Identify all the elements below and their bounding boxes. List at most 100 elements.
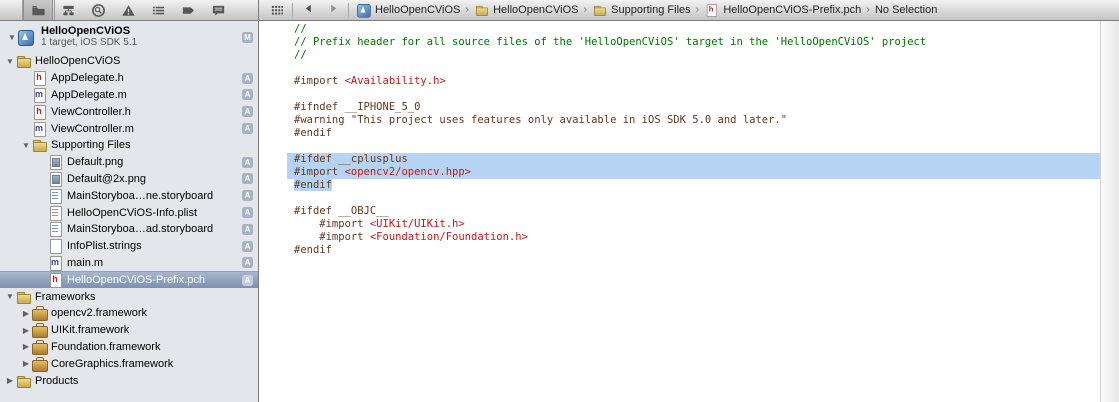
sidebar-item-viewcontroller-m[interactable]: ViewController.mA (0, 120, 258, 137)
item-label: main.m (67, 257, 242, 269)
project-navigator-button[interactable] (23, 0, 53, 20)
sidebar-item-default-2x-png[interactable]: Default@2x.pngA (0, 171, 258, 188)
disclosure-triangle[interactable]: ▼ (4, 292, 16, 301)
code-line[interactable]: #import <Availability.h> (287, 75, 1100, 88)
code-line[interactable] (287, 62, 1100, 75)
doc-story-icon (48, 222, 63, 236)
code-line[interactable]: #import <opencv2/opencv.hpp> (287, 166, 1100, 179)
doc-m-icon (48, 256, 63, 270)
related-files-button[interactable] (267, 0, 287, 20)
forward-button[interactable] (323, 0, 343, 20)
code-line[interactable]: #endif (287, 179, 1100, 192)
code-line[interactable]: #ifdef __OBJC__ (287, 205, 1100, 218)
code-line[interactable]: #ifndef __IPHONE_5_0 (287, 101, 1100, 114)
vcs-status-badge: M (242, 32, 253, 43)
item-label: HelloOpenCViOS-Prefix.pch (67, 274, 242, 286)
disclosure-triangle[interactable]: ▼ (6, 33, 18, 42)
chevron-right-icon: › (865, 4, 871, 16)
folder-icon (16, 290, 31, 304)
folder-icon (32, 138, 47, 152)
doc-h-icon (705, 4, 718, 16)
disclosure-triangle[interactable]: ▼ (20, 141, 32, 150)
disclosure-triangle[interactable]: ▶ (20, 309, 32, 318)
symbol-navigator-button[interactable] (53, 0, 83, 20)
breadcrumb-item[interactable]: HelloOpenCViOS (356, 3, 460, 17)
breadcrumb-item[interactable]: HelloOpenCViOS (474, 3, 578, 17)
sidebar-item-infoplist-strings[interactable]: InfoPlist.stringsA (0, 238, 258, 255)
disclosure-triangle[interactable]: ▶ (20, 359, 32, 368)
search-navigator-button[interactable] (83, 0, 113, 20)
sidebar-item-viewcontroller-h[interactable]: ViewController.hA (0, 103, 258, 120)
code-segment: #endif (294, 179, 332, 191)
sidebar-item-frameworks[interactable]: ▼Frameworks (0, 288, 258, 305)
doc-h-icon (32, 71, 47, 85)
code-line[interactable]: // Prefix header for all source files of… (287, 36, 1100, 49)
sidebar-item-supporting-files[interactable]: ▼Supporting Files (0, 137, 258, 154)
folder-icon (593, 4, 606, 16)
code-line[interactable]: // (287, 49, 1100, 62)
code-segment: // (294, 23, 307, 35)
sidebar-item-main-m[interactable]: main.mA (0, 255, 258, 272)
code-line[interactable]: // (287, 23, 1100, 36)
sidebar-item-default-png[interactable]: Default.pngA (0, 154, 258, 171)
sidebar-item-project-root[interactable]: ▼ HelloOpenCViOS 1 target, iOS SDK 5.1 M (0, 21, 258, 53)
doc-h-icon (32, 105, 47, 119)
code-line[interactable] (287, 140, 1100, 153)
back-arrow-icon (304, 4, 313, 16)
sidebar-item-uikit-framework[interactable]: ▶UIKit.framework (0, 322, 258, 339)
code-line[interactable]: #endif (287, 244, 1100, 257)
vcs-status-badge: A (242, 73, 253, 84)
code-line[interactable]: #endif (287, 127, 1100, 140)
sidebar-item-foundation-framework[interactable]: ▶ Foundation.framework (0, 339, 258, 356)
sidebar-item-helloopencvios-info-plist[interactable]: HelloOpenCViOS-Info.plistA (0, 204, 258, 221)
sidebar-item-mainstoryboa-ad-storyboard[interactable]: MainStoryboa…ad.storyboardA (0, 221, 258, 238)
back-button[interactable] (298, 0, 318, 20)
breakpoint-navigator-button[interactable] (173, 0, 203, 20)
code-line[interactable] (287, 192, 1100, 205)
breadcrumb-item[interactable]: No Selection (875, 4, 937, 16)
item-label: InfoPlist.strings (67, 240, 242, 252)
top-toolbar: HelloOpenCViOS›HelloOpenCViOS›Supporting… (0, 0, 1119, 21)
doc-png-icon (48, 155, 63, 169)
sidebar-item-helloopencvios[interactable]: ▼HelloOpenCViOS (0, 53, 258, 70)
sidebar-item-coregraphics-framework[interactable]: ▶CoreGraphics.framework (0, 355, 258, 372)
breadcrumb-item[interactable]: Supporting Files (592, 3, 691, 17)
project-icon (357, 4, 370, 16)
sidebar-item-products[interactable]: ▶Products (0, 372, 258, 389)
breadcrumb-item[interactable]: HelloOpenCViOS-Prefix.pch (704, 3, 861, 17)
disclosure-triangle[interactable]: ▼ (4, 57, 16, 66)
source-editor[interactable]: //// Prefix header for all source files … (259, 21, 1100, 402)
code-segment: // (294, 49, 307, 61)
disclosure-triangle[interactable]: ▶ (20, 326, 32, 335)
item-label: Foundation.framework (51, 341, 253, 353)
disclosure-triangle[interactable]: ▶ (4, 376, 16, 385)
doc-m-icon (32, 88, 47, 102)
code-line[interactable]: #ifdef __cplusplus (287, 153, 1100, 166)
sidebar-item-helloopencvios-prefix-pch[interactable]: HelloOpenCViOS-Prefix.pchA (0, 271, 258, 288)
code-line[interactable]: #import <UIKit/UIKit.h> (287, 218, 1100, 231)
pane-divider[interactable] (258, 0, 259, 402)
folder-icon (475, 4, 488, 16)
code-line[interactable]: #warning "This project uses features onl… (287, 114, 1100, 127)
log-navigator-button[interactable] (203, 0, 233, 20)
code-line[interactable]: #import <Foundation/Foundation.h> (287, 231, 1100, 244)
scrollbar-track[interactable] (1100, 21, 1119, 402)
folder-icon (31, 3, 46, 18)
vcs-status-badge: A (242, 275, 253, 286)
doc-plist-icon (48, 206, 63, 220)
sidebar-item-opencv2-framework[interactable]: ▶opencv2.framework (0, 305, 258, 322)
sidebar-item-appdelegate-h[interactable]: AppDelegate.hA (0, 70, 258, 87)
file-tree: ▼HelloOpenCViOSAppDelegate.hAAppDelegate… (0, 53, 258, 389)
sidebar-item-appdelegate-m[interactable]: AppDelegate.mA (0, 87, 258, 104)
debug-navigator-button[interactable] (143, 0, 173, 20)
doc-h-icon (48, 273, 63, 287)
issue-navigator-button[interactable] (113, 0, 143, 20)
list-bars-icon (151, 3, 166, 18)
jumpbar-separator (348, 3, 349, 17)
navigator-selector-bar (0, 0, 258, 20)
item-label: MainStoryboa…ad.storyboard (67, 223, 242, 235)
code-line[interactable] (287, 88, 1100, 101)
toolbar-separator (22, 0, 23, 20)
disclosure-triangle[interactable]: ▶ (20, 342, 32, 351)
sidebar-item-mainstoryboa-ne-storyboard[interactable]: MainStoryboa…ne.storyboardA (0, 187, 258, 204)
